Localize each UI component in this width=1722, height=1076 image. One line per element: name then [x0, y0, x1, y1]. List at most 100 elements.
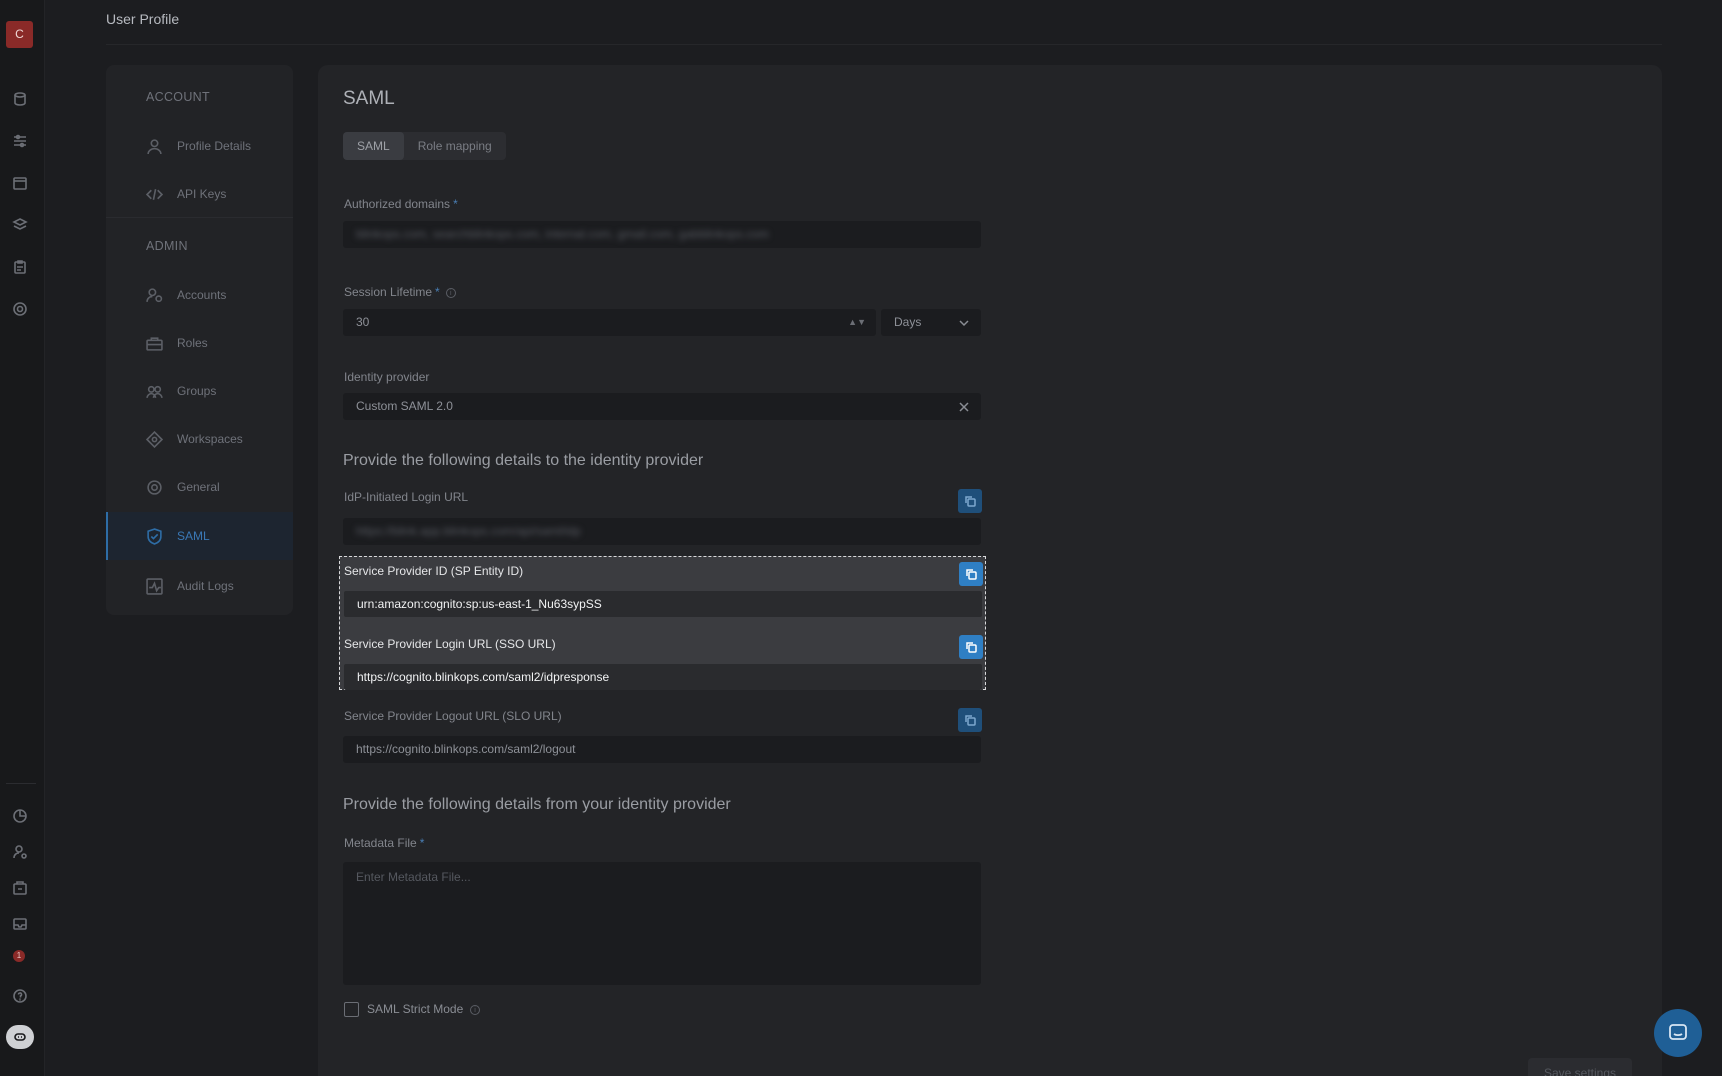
idp-login-url-value: https://blink.app.blinkops.com/api/saml/… — [356, 524, 581, 538]
nav-item-label: Profile Details — [177, 139, 252, 153]
nav-item-label: API Keys — [177, 187, 227, 201]
copy-sp-login-url-button[interactable] — [959, 635, 983, 659]
copy-icon — [966, 642, 977, 653]
nav-section-account: ACCOUNT — [146, 90, 210, 104]
target-icon[interactable] — [10, 299, 30, 319]
authorized-domains-label: Authorized domains * — [344, 197, 458, 211]
activity-icon — [146, 577, 163, 595]
nav-item-roles[interactable]: Roles — [106, 319, 293, 367]
help-icon[interactable] — [10, 986, 30, 1006]
rail-divider — [6, 783, 36, 784]
nav-item-general[interactable]: General — [106, 463, 293, 511]
nav-item-label: General — [177, 480, 220, 494]
required-marker: * — [435, 285, 440, 299]
briefcase-icon — [146, 336, 163, 351]
page-title: User Profile — [106, 11, 180, 27]
section-title: SAML — [343, 88, 395, 109]
settings-nav: ACCOUNT Profile Details API Keys ADMIN A… — [106, 65, 293, 615]
identity-provider-value: Custom SAML 2.0 — [356, 399, 453, 413]
metadata-file-textarea[interactable]: Enter Metadata File... — [343, 862, 981, 985]
authorized-domains-input[interactable]: blinkops.com, searchblinkops.com, intern… — [343, 221, 981, 248]
saml-strict-mode-checkbox[interactable] — [344, 1002, 359, 1017]
gear-icon — [147, 479, 162, 495]
nav-item-workspaces[interactable]: Workspaces — [106, 415, 293, 463]
identity-provider-label: Identity provider — [344, 370, 430, 384]
required-marker: * — [453, 197, 458, 211]
provide-to-idp-heading: Provide the following details to the ide… — [343, 452, 704, 469]
session-lifetime-label-text: Session Lifetime — [344, 285, 433, 299]
stepper-icon[interactable]: ▲▼ — [848, 309, 866, 336]
shield-icon — [147, 527, 162, 545]
saml-settings-panel: SAML SAML Role mapping Authorized domain… — [318, 65, 1662, 1076]
session-lifetime-unit-select[interactable]: Days — [881, 309, 981, 336]
authorized-domains-value: blinkops.com, searchblinkops.com, intern… — [356, 227, 769, 241]
diamond-icon — [146, 430, 163, 448]
idp-login-url-label: IdP-Initiated Login URL — [344, 490, 469, 504]
bot-icon[interactable] — [6, 1025, 34, 1049]
chat-launcher-button[interactable] — [1654, 1009, 1702, 1057]
nav-item-label: Audit Logs — [177, 579, 234, 593]
copy-icon — [965, 715, 976, 726]
code-icon — [146, 188, 163, 200]
info-icon[interactable]: i — [445, 288, 456, 298]
copy-idp-login-url-button[interactable] — [958, 489, 982, 513]
user-icon — [147, 138, 162, 154]
saml-strict-mode-label: SAML Strict Mode — [367, 1002, 464, 1016]
tab-bar: SAML Role mapping — [343, 132, 506, 160]
calendar-icon[interactable] — [10, 173, 30, 193]
nav-item-label: Roles — [177, 336, 208, 350]
nav-item-label: Groups — [177, 384, 217, 398]
nav-item-label: Accounts — [177, 288, 227, 302]
copy-sp-entity-id-button[interactable] — [959, 562, 983, 586]
nav-item-profile-details[interactable]: Profile Details — [106, 122, 293, 170]
metadata-file-label-text: Metadata File — [344, 836, 417, 850]
authorized-domains-label-text: Authorized domains — [344, 197, 451, 211]
nav-item-accounts[interactable]: Accounts — [106, 271, 293, 319]
session-lifetime-label: Session Lifetime * i — [344, 285, 456, 299]
nav-item-api-keys[interactable]: API Keys — [106, 170, 293, 218]
sp-login-url-label: Service Provider Login URL (SSO URL) — [344, 637, 556, 651]
nav-item-groups[interactable]: Groups — [106, 367, 293, 415]
idp-login-url-field[interactable]: https://blink.app.blinkops.com/api/saml/… — [343, 518, 981, 545]
package-icon[interactable] — [10, 878, 30, 898]
session-lifetime-unit: Days — [894, 315, 922, 329]
header-divider — [106, 44, 1662, 45]
sp-logout-url-label: Service Provider Logout URL (SLO URL) — [344, 709, 562, 723]
clear-button[interactable] — [951, 393, 981, 420]
layers-icon[interactable] — [10, 215, 30, 235]
sp-logout-url-field[interactable]: https://cognito.blinkops.com/saml2/logou… — [343, 736, 981, 763]
nav-item-audit-logs[interactable]: Audit Logs — [106, 562, 293, 610]
close-icon — [959, 402, 969, 412]
required-marker: * — [419, 836, 425, 850]
session-lifetime-input[interactable]: 30 ▲▼ — [343, 309, 876, 336]
info-icon[interactable]: i — [470, 1005, 480, 1015]
identity-provider-select[interactable]: Custom SAML 2.0 — [343, 393, 981, 420]
save-settings-button[interactable]: Save settings — [1528, 1058, 1632, 1076]
nav-item-saml[interactable]: SAML — [106, 512, 293, 560]
sp-login-url-field[interactable]: https://cognito.blinkops.com/saml2/idpre… — [344, 664, 982, 690]
user-settings-icon[interactable] — [10, 842, 30, 862]
sp-logout-url-value: https://cognito.blinkops.com/saml2/logou… — [356, 742, 576, 756]
workflow-icon[interactable] — [10, 131, 30, 151]
sp-entity-id-field[interactable]: urn:amazon:cognito:sp:us-east-1_Nu63sypS… — [344, 591, 982, 617]
group-icon — [146, 385, 163, 398]
nav-section-admin: ADMIN — [146, 239, 188, 253]
tab-role-mapping[interactable]: Role mapping — [404, 132, 506, 160]
chevron-down-icon — [959, 320, 969, 327]
copy-sp-logout-url-button[interactable] — [958, 708, 982, 732]
provide-from-idp-heading: Provide the following details from your … — [343, 796, 731, 813]
sp-entity-id-label: Service Provider ID (SP Entity ID) — [344, 564, 524, 578]
nav-divider — [106, 217, 293, 218]
chart-pie-icon[interactable] — [10, 806, 30, 826]
highlighted-sp-fields: Service Provider ID (SP Entity ID) urn:a… — [339, 556, 986, 690]
org-avatar[interactable]: C — [6, 21, 33, 48]
inbox-icon[interactable] — [10, 914, 30, 934]
copy-icon — [966, 569, 977, 580]
tab-saml[interactable]: SAML — [343, 132, 404, 160]
clipboard-icon[interactable] — [10, 257, 30, 277]
notification-badge[interactable]: 1 — [13, 950, 25, 962]
database-icon[interactable] — [10, 89, 30, 109]
chat-icon — [1669, 1024, 1687, 1040]
users-icon — [146, 287, 163, 302]
session-lifetime-value: 30 — [356, 315, 370, 329]
